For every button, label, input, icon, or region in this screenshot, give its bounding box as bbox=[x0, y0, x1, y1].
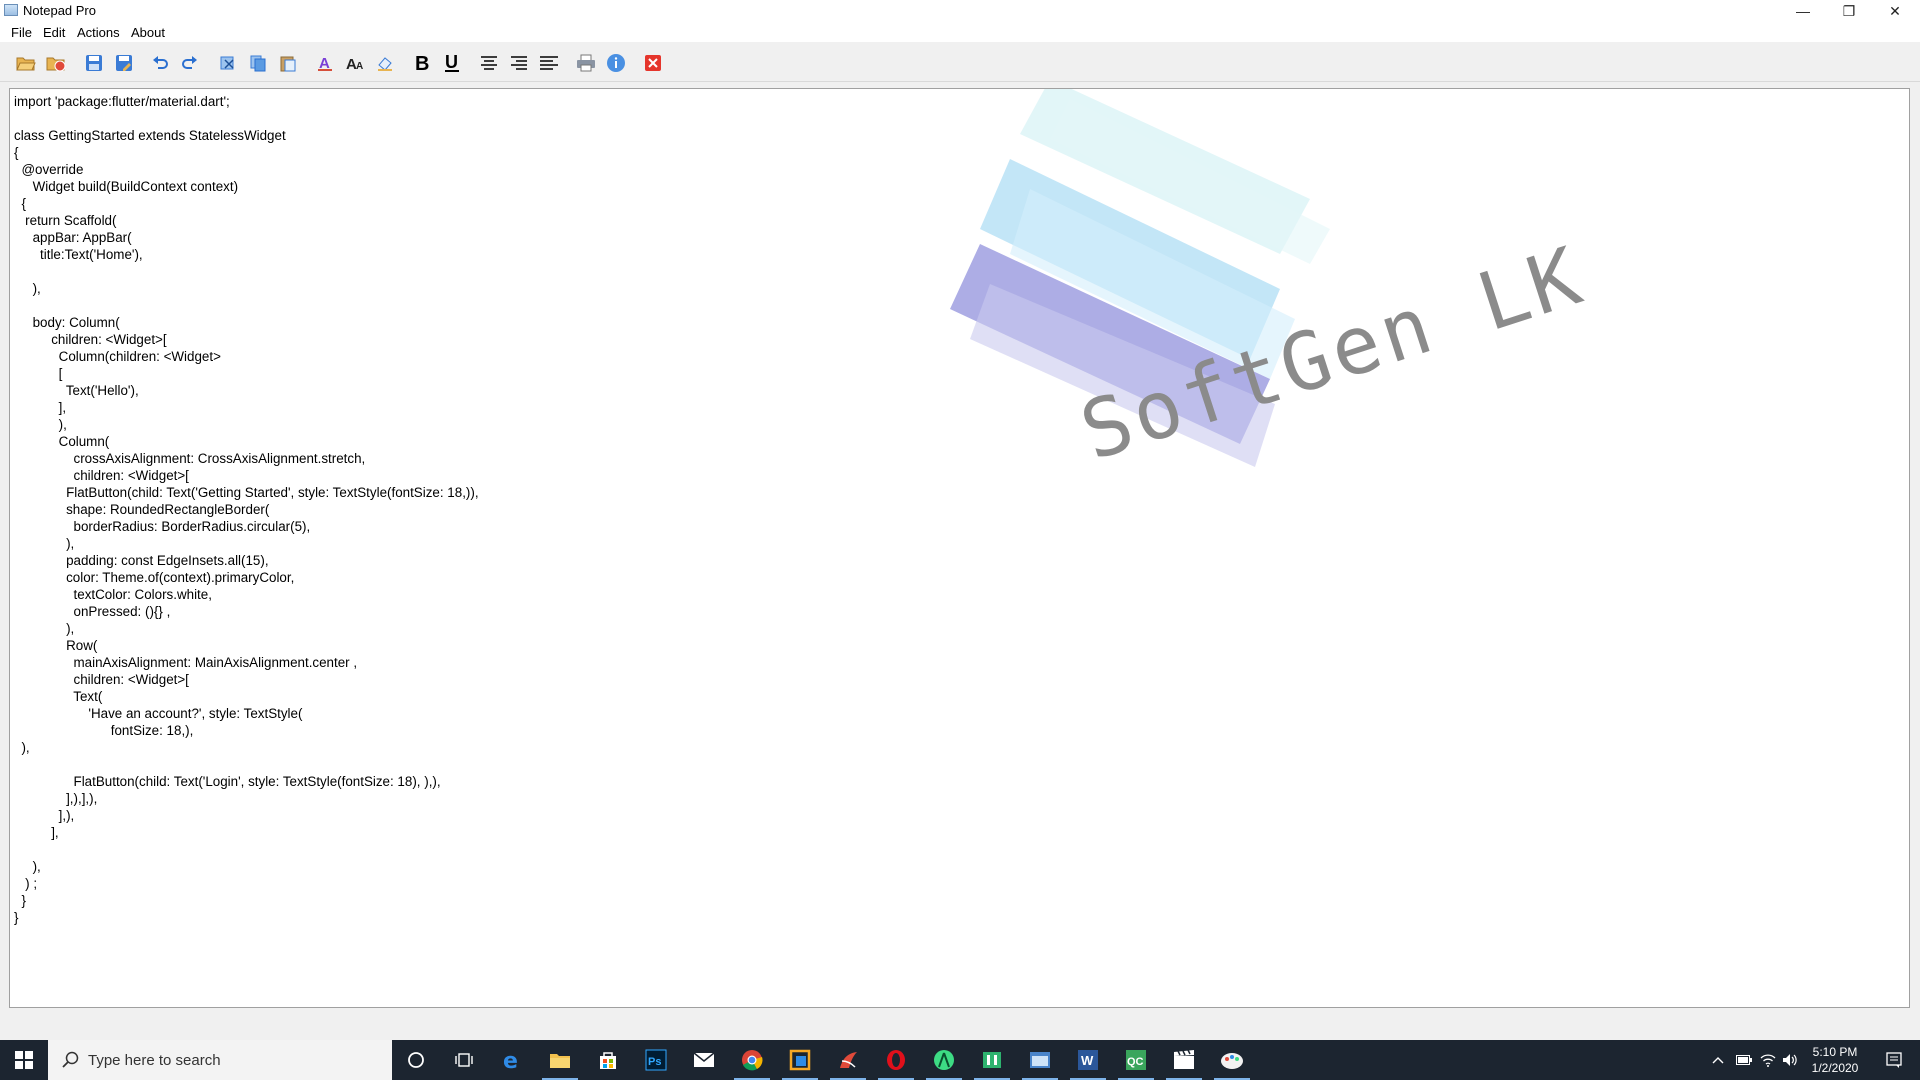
window-title: Notepad Pro bbox=[23, 3, 96, 18]
close-button[interactable]: ✕ bbox=[1872, 0, 1918, 22]
word-icon[interactable]: W bbox=[1064, 1040, 1112, 1080]
battery-icon[interactable] bbox=[1732, 1040, 1756, 1080]
print-icon[interactable] bbox=[574, 52, 598, 74]
file-explorer-icon[interactable] bbox=[536, 1040, 584, 1080]
app-red-icon[interactable] bbox=[824, 1040, 872, 1080]
app-window-icon[interactable] bbox=[1016, 1040, 1064, 1080]
cortana-icon[interactable] bbox=[392, 1040, 440, 1080]
text-editor[interactable]: import 'package:flutter/material.dart'; … bbox=[9, 88, 1910, 1008]
cut-icon[interactable] bbox=[216, 52, 240, 74]
clock-time: 5:10 PM bbox=[1812, 1045, 1858, 1059]
task-view-icon[interactable] bbox=[440, 1040, 488, 1080]
save-as-icon[interactable] bbox=[112, 52, 136, 74]
notification-icon[interactable] bbox=[1876, 1040, 1912, 1080]
clock[interactable]: 5:10 PM 1/2/2020 bbox=[1800, 1044, 1870, 1076]
svg-text:QC: QC bbox=[1127, 1056, 1144, 1068]
svg-text:U: U bbox=[445, 53, 458, 72]
app-icon bbox=[4, 4, 18, 16]
menu-file[interactable]: File bbox=[10, 25, 33, 40]
highlight-icon[interactable] bbox=[373, 52, 397, 74]
opera-icon[interactable] bbox=[872, 1040, 920, 1080]
app-orange-icon[interactable] bbox=[776, 1040, 824, 1080]
info-icon[interactable] bbox=[604, 52, 628, 74]
menu-bar: File Edit Actions About bbox=[0, 22, 1920, 43]
save-icon[interactable] bbox=[82, 52, 106, 74]
minimize-button[interactable]: — bbox=[1780, 0, 1826, 22]
menu-edit[interactable]: Edit bbox=[42, 25, 66, 40]
menu-actions[interactable]: Actions bbox=[76, 25, 121, 40]
chrome-icon[interactable] bbox=[728, 1040, 776, 1080]
svg-text:B: B bbox=[415, 53, 429, 73]
align-left-icon[interactable] bbox=[537, 52, 561, 74]
video-icon[interactable] bbox=[1160, 1040, 1208, 1080]
mail-icon[interactable] bbox=[680, 1040, 728, 1080]
open-folder-icon[interactable] bbox=[14, 52, 38, 74]
paste-icon[interactable] bbox=[276, 52, 300, 74]
photoshop-icon[interactable]: Ps bbox=[632, 1040, 680, 1080]
start-button[interactable] bbox=[0, 1040, 48, 1080]
undo-icon[interactable] bbox=[148, 52, 172, 74]
menu-about[interactable]: About bbox=[130, 25, 166, 40]
font-color-icon[interactable]: A bbox=[313, 52, 337, 74]
android-studio-icon[interactable] bbox=[920, 1040, 968, 1080]
svg-text:Ps: Ps bbox=[648, 1056, 661, 1068]
notepad-pro-taskbar-icon[interactable] bbox=[1208, 1040, 1256, 1080]
redo-icon[interactable] bbox=[178, 52, 202, 74]
copy-icon[interactable] bbox=[246, 52, 270, 74]
font-size-icon[interactable]: AA bbox=[343, 52, 367, 74]
search-placeholder: Type here to search bbox=[88, 1052, 221, 1069]
windows-icon bbox=[15, 1051, 33, 1069]
svg-text:W: W bbox=[1081, 1053, 1094, 1068]
store-icon[interactable] bbox=[584, 1040, 632, 1080]
taskbar: Type here to search e Ps W QC 5:10 PM 1/… bbox=[0, 1040, 1920, 1080]
maximize-button[interactable]: ❐ bbox=[1826, 0, 1872, 22]
svg-text:e: e bbox=[503, 1049, 518, 1071]
editor-content[interactable]: import 'package:flutter/material.dart'; … bbox=[14, 93, 479, 926]
volume-icon[interactable] bbox=[1778, 1040, 1802, 1080]
chevron-up-icon[interactable] bbox=[1708, 1040, 1728, 1080]
clock-date: 1/2/2020 bbox=[1811, 1061, 1859, 1075]
exit-icon[interactable] bbox=[641, 52, 665, 74]
underline-icon[interactable]: U bbox=[440, 52, 464, 74]
title-bar: Notepad Pro — ❐ ✕ bbox=[0, 0, 1920, 22]
svg-text:A: A bbox=[356, 61, 363, 72]
align-center-icon[interactable] bbox=[477, 52, 501, 74]
align-right-icon[interactable] bbox=[507, 52, 531, 74]
bold-icon[interactable]: B bbox=[410, 52, 434, 74]
edge-icon[interactable]: e bbox=[488, 1040, 536, 1080]
toolbar: A AA B U bbox=[0, 43, 1920, 82]
app-green-icon[interactable] bbox=[968, 1040, 1016, 1080]
wifi-icon[interactable] bbox=[1756, 1040, 1780, 1080]
open-recent-icon[interactable] bbox=[44, 52, 68, 74]
qc-icon[interactable]: QC bbox=[1112, 1040, 1160, 1080]
search-icon bbox=[62, 1051, 80, 1074]
taskbar-search[interactable]: Type here to search bbox=[48, 1040, 392, 1080]
